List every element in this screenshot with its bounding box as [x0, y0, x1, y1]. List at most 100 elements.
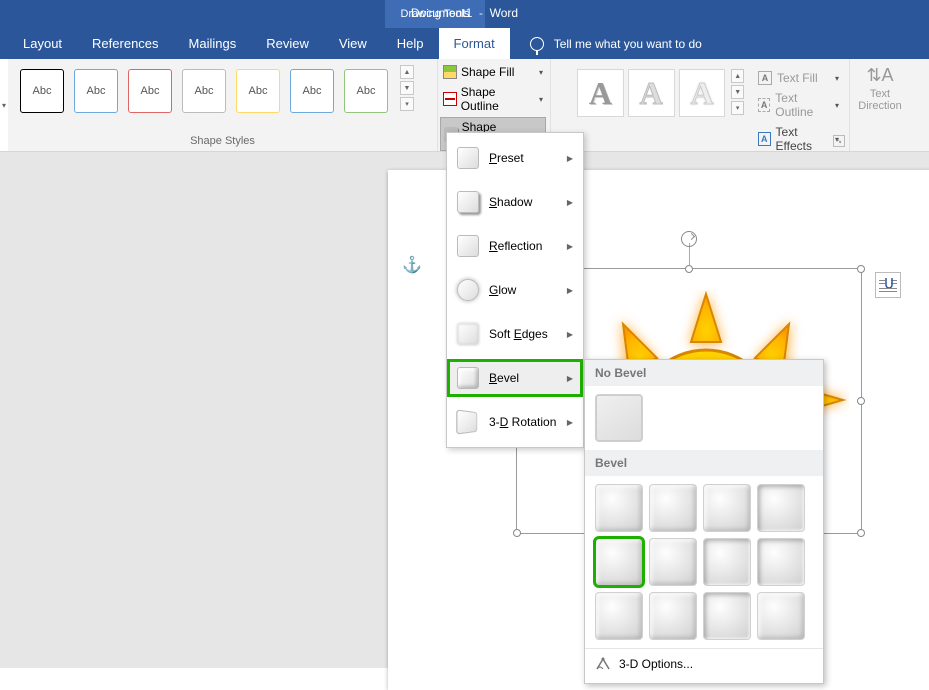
pen-icon: [443, 92, 457, 106]
text-effects-dropdown[interactable]: AText Effects▾: [754, 123, 843, 155]
wa-gallery-more[interactable]: ▾: [731, 101, 744, 115]
resize-handle-bl[interactable]: [513, 529, 521, 537]
ribbon-edge: ▾: [0, 59, 8, 151]
reflection-icon: [457, 235, 479, 257]
chevron-right-icon: ▶: [567, 242, 573, 251]
group-text: ⇅A Text Direction: [850, 59, 910, 151]
shape-style-7[interactable]: Abc: [344, 69, 388, 113]
window-title: Document1 - Word: [411, 6, 518, 20]
bevel-section-bevel: Bevel: [585, 450, 823, 476]
layout-options-button[interactable]: [875, 272, 901, 298]
shadow-icon: [457, 191, 479, 213]
softedges-icon: [457, 323, 479, 345]
text-fill-icon: A: [758, 71, 772, 85]
shape-outline-label: Shape Outline: [461, 85, 535, 113]
shape-fill-label: Shape Fill: [461, 65, 514, 79]
group-wordart-styles: A A A ▲ ▼ ▾ AText Fill▾ AText Outline▾ A…: [550, 59, 850, 151]
tab-help[interactable]: Help: [382, 28, 439, 59]
resize-handle-tr[interactable]: [857, 265, 865, 273]
ribbon-tabs: Layout References Mailings Review View H…: [0, 28, 929, 59]
group-label-shape-styles: Shape Styles: [8, 135, 437, 151]
fx-shadow[interactable]: Shadow ▶: [447, 183, 583, 221]
bevel-12[interactable]: [757, 592, 805, 640]
text-direction-icon: ⇅A: [866, 65, 893, 86]
bevel-4[interactable]: [757, 484, 805, 532]
tab-mailings[interactable]: Mailings: [174, 28, 252, 59]
bevel-2[interactable]: [649, 484, 697, 532]
bevel-11[interactable]: [703, 592, 751, 640]
wa-gallery-up[interactable]: ▲: [731, 69, 744, 83]
doc-name: Document1: [411, 6, 472, 20]
app-name: Word: [490, 6, 518, 20]
tell-me[interactable]: Tell me what you want to do: [530, 28, 702, 59]
bevel-10[interactable]: [649, 592, 697, 640]
bevel-3d-options[interactable]: 3-D Options...: [585, 648, 823, 679]
bucket-icon: [443, 65, 457, 79]
rotate-handle[interactable]: [681, 231, 697, 247]
shape-effects-menu: Preset ▶ Shadow ▶ Reflection ▶ Glow ▶ So…: [446, 132, 584, 448]
shape-style-gallery-nav: ▲ ▼ ▾: [400, 65, 414, 111]
resize-handle-br[interactable]: [857, 529, 865, 537]
shape-outline-dropdown[interactable]: Shape Outline ▾: [440, 83, 546, 115]
text-outline-icon: A: [758, 98, 770, 112]
tab-review[interactable]: Review: [251, 28, 324, 59]
shape-style-2[interactable]: Abc: [74, 69, 118, 113]
resize-handle-mr[interactable]: [857, 397, 865, 405]
bevel-none[interactable]: [595, 394, 643, 442]
wordart-style-2[interactable]: A: [628, 69, 675, 117]
text-outline-dropdown: AText Outline▾: [754, 89, 843, 121]
bevel-icon: [457, 367, 479, 389]
tab-format[interactable]: Format: [439, 28, 510, 59]
bevel-7[interactable]: [703, 538, 751, 586]
wordart-dialog-launcher[interactable]: ↘: [833, 135, 845, 147]
title-bar: Drawing Tools Document1 - Word: [0, 0, 929, 28]
text-fill-dropdown: AText Fill▾: [754, 69, 843, 87]
tab-layout[interactable]: Layout: [8, 28, 77, 59]
preset-icon: [457, 147, 479, 169]
bevel-6[interactable]: [649, 538, 697, 586]
shape-style-5[interactable]: Abc: [236, 69, 280, 113]
glow-icon: [457, 279, 479, 301]
chevron-right-icon: ▶: [567, 198, 573, 207]
bevel-9[interactable]: [595, 592, 643, 640]
gallery-down[interactable]: ▼: [400, 81, 414, 95]
bevel-8[interactable]: [757, 538, 805, 586]
gallery-more[interactable]: ▾: [400, 97, 414, 111]
bevel-3d-options-label: 3-D Options...: [619, 657, 693, 671]
text-direction-button: ⇅A Text Direction: [850, 59, 910, 112]
fx-3d-rotation[interactable]: 3-D Rotation ▶: [447, 403, 583, 441]
shape-style-4[interactable]: Abc: [182, 69, 226, 113]
group-shape-styles: Abc Abc Abc Abc Abc Abc Abc ▲ ▼ ▾ Shape …: [8, 59, 438, 151]
shape-style-3[interactable]: Abc: [128, 69, 172, 113]
shape-style-1[interactable]: Abc: [20, 69, 64, 113]
fx-soft-edges[interactable]: Soft Edges ▶: [447, 315, 583, 353]
tell-me-label: Tell me what you want to do: [554, 37, 702, 51]
lightbulb-icon: [530, 37, 544, 51]
chevron-right-icon: ▶: [567, 154, 573, 163]
bevel-1[interactable]: [595, 484, 643, 532]
fx-glow[interactable]: Glow ▶: [447, 271, 583, 309]
bevel-3[interactable]: [703, 484, 751, 532]
options-icon: [595, 657, 611, 671]
wa-gallery-down[interactable]: ▼: [731, 85, 744, 99]
rotation-icon: [456, 409, 477, 434]
text-effects-icon: A: [758, 132, 771, 146]
tab-view[interactable]: View: [324, 28, 382, 59]
chevron-right-icon: ▶: [567, 374, 573, 383]
chevron-right-icon: ▶: [567, 286, 573, 295]
wordart-style-3[interactable]: A: [679, 69, 726, 117]
anchor-icon: ⚓: [402, 255, 422, 275]
bevel-submenu: No Bevel Bevel 3-D Options...: [584, 359, 824, 684]
chevron-right-icon: ▶: [567, 418, 573, 427]
wordart-style-1[interactable]: A: [577, 69, 624, 117]
fx-reflection[interactable]: Reflection ▶: [447, 227, 583, 265]
tab-references[interactable]: References: [77, 28, 173, 59]
fx-bevel[interactable]: Bevel ▶: [447, 359, 583, 397]
bevel-5-selected[interactable]: [595, 538, 643, 586]
shape-fill-dropdown[interactable]: Shape Fill ▾: [440, 63, 546, 81]
gallery-up[interactable]: ▲: [400, 65, 414, 79]
resize-handle-tm[interactable]: [685, 265, 693, 273]
chevron-right-icon: ▶: [567, 330, 573, 339]
fx-preset[interactable]: Preset ▶: [447, 139, 583, 177]
shape-style-6[interactable]: Abc: [290, 69, 334, 113]
